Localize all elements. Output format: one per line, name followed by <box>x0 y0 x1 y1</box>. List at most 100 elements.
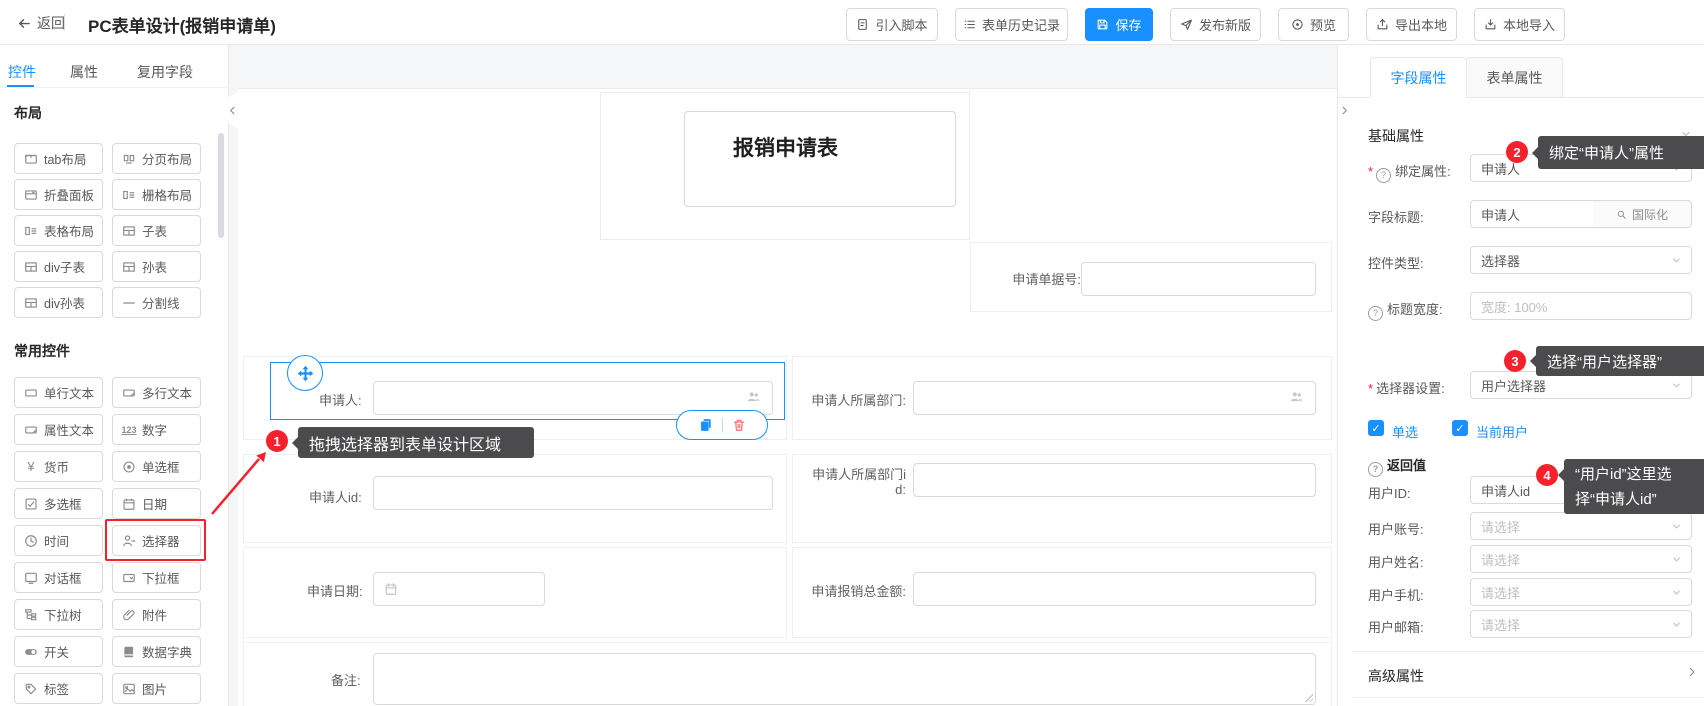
chevron-left-icon <box>227 105 238 116</box>
field-block-apply-date[interactable]: 申请日期: <box>243 547 787 638</box>
button-label: 本地导入 <box>1503 15 1555 34</box>
control-type-label: 控件类型: <box>1368 253 1424 272</box>
order-no-input[interactable] <box>1081 262 1316 296</box>
widget-data-dictionary[interactable]: 数据字典 <box>112 636 201 667</box>
advanced-section-title[interactable]: 高级属性 <box>1368 666 1424 686</box>
widget-label: tab布局 <box>44 149 86 168</box>
widget-property-text[interactable]: 属性文本 <box>14 414 103 445</box>
field-block-order-no[interactable]: 申请单据号: <box>970 242 1332 312</box>
i18n-button[interactable]: 国际化 <box>1593 200 1692 228</box>
back-button[interactable]: 返回 <box>16 13 65 33</box>
resize-handle-icon[interactable] <box>1304 693 1313 702</box>
single-select-label[interactable]: 单选 <box>1392 422 1418 441</box>
divider-line-icon <box>122 296 136 310</box>
current-user-label[interactable]: 当前用户 <box>1476 422 1528 441</box>
widget-radio[interactable]: 单选框 <box>112 451 201 482</box>
widget-label: 图片 <box>142 679 167 698</box>
widget-grandchild-table[interactable]: 孙表 <box>112 251 201 282</box>
tab-widgets[interactable]: 控件 <box>8 62 36 82</box>
tab-field-properties[interactable]: 字段属性 <box>1370 57 1467 98</box>
field-title-input[interactable]: 申请人 <box>1470 200 1594 228</box>
widget-label: 折叠面板 <box>44 185 94 204</box>
total-amount-input[interactable] <box>913 572 1316 606</box>
preview-button[interactable]: 预览 <box>1278 8 1349 41</box>
tab-form-properties[interactable]: 表单属性 <box>1466 57 1563 98</box>
question-circle-icon[interactable]: ? <box>1368 462 1383 477</box>
widget-image[interactable]: 图片 <box>112 673 201 704</box>
widget-date[interactable]: 日期 <box>112 488 201 519</box>
widget-number[interactable]: 123数字 <box>112 414 201 445</box>
tab-layout-icon <box>24 152 38 166</box>
field-label: 申请人: <box>319 390 362 409</box>
user-account-label: 用户账号: <box>1368 519 1424 538</box>
chevron-right-icon[interactable] <box>1686 666 1698 678</box>
widget-user-selector[interactable]: 选择器 <box>112 525 201 556</box>
control-type-select[interactable]: 选择器 <box>1470 246 1692 274</box>
question-circle-icon[interactable]: ? <box>1368 306 1383 321</box>
widget-tag[interactable]: 标签 <box>14 673 103 704</box>
widget-collapse-panel[interactable]: 折叠面板 <box>14 179 103 210</box>
widget-subtable[interactable]: 子表 <box>112 215 201 246</box>
widget-multiline-text[interactable]: 多行文本 <box>112 377 201 408</box>
widget-dropdown-tree[interactable]: 下拉树 <box>14 599 103 630</box>
sidebar-scrollbar[interactable] <box>218 133 224 238</box>
tag-icon <box>24 682 38 696</box>
publish-button[interactable]: 发布新版 <box>1170 8 1261 41</box>
widget-dropdown[interactable]: 下拉框 <box>112 562 201 593</box>
applicant-dept-input[interactable] <box>913 381 1316 415</box>
form-title-box[interactable]: 报销申请表 <box>684 111 956 207</box>
user-phone-select[interactable]: 请选择 <box>1470 578 1692 606</box>
user-account-select[interactable]: 请选择 <box>1470 512 1692 540</box>
widget-grid-layout[interactable]: 栅格布局 <box>112 179 201 210</box>
tab-properties[interactable]: 属性 <box>70 62 98 82</box>
widget-label: 时间 <box>44 531 69 550</box>
current-user-checkbox[interactable] <box>1452 420 1468 436</box>
widget-attachment[interactable]: 附件 <box>112 599 201 630</box>
widget-currency[interactable]: ¥货币 <box>14 451 103 482</box>
widget-label: 下拉树 <box>44 605 82 624</box>
title-width-input[interactable]: 宽度: 100% <box>1470 292 1692 320</box>
widget-switch[interactable]: 开关 <box>14 636 103 667</box>
widget-pagination-layout[interactable]: 分页布局 <box>112 143 201 174</box>
user-email-select[interactable]: 请选择 <box>1470 610 1692 638</box>
field-block-applicant-dept-id[interactable]: 申请人所属部门i d: <box>792 454 1332 543</box>
export-local-button[interactable]: 导出本地 <box>1366 8 1457 41</box>
widget-dialog[interactable]: 对话框 <box>14 562 103 593</box>
tab-reusable-fields[interactable]: 复用字段 <box>137 62 193 82</box>
remark-textarea[interactable] <box>373 653 1316 705</box>
applicant-id-input[interactable] <box>373 476 773 510</box>
widget-time[interactable]: 时间 <box>14 525 103 556</box>
trash-icon[interactable] <box>732 418 746 432</box>
tooltip-text-line1: “用户id”这里选 <box>1575 462 1704 487</box>
widget-div-subtable[interactable]: div子表 <box>14 251 103 282</box>
widget-label: 多行文本 <box>142 383 192 402</box>
widget-table-layout[interactable]: 表格布局 <box>14 215 103 246</box>
import-icon <box>1484 18 1497 31</box>
field-block-total-amount[interactable]: 申请报销总金额: <box>792 547 1332 638</box>
field-block-remark[interactable]: 备注: <box>243 642 1332 706</box>
form-title-block[interactable]: 报销申请表 <box>600 92 970 240</box>
people-icon <box>744 390 762 404</box>
copy-icon[interactable] <box>699 418 713 432</box>
widget-divider-line[interactable]: 分割线 <box>112 287 201 318</box>
widget-div-grandchild-table[interactable]: div孙表 <box>14 287 103 318</box>
import-script-button[interactable]: 引入脚本 <box>846 8 938 41</box>
save-button[interactable]: 保存 <box>1085 8 1153 41</box>
question-circle-icon[interactable]: ? <box>1376 168 1391 183</box>
widget-checkbox[interactable]: 多选框 <box>14 488 103 519</box>
user-name-select[interactable]: 请选择 <box>1470 545 1692 573</box>
widget-label: 单行文本 <box>44 383 94 402</box>
widget-single-line-text[interactable]: 单行文本 <box>14 377 103 408</box>
form-history-button[interactable]: 表单历史记录 <box>955 8 1068 41</box>
field-label-line2: d: <box>806 482 906 497</box>
single-select-checkbox[interactable] <box>1368 420 1384 436</box>
widget-tab-layout[interactable]: tab布局 <box>14 143 103 174</box>
widget-label: 子表 <box>142 221 167 240</box>
applicant-dept-id-input[interactable] <box>913 463 1316 497</box>
field-block-applicant-dept[interactable]: 申请人所属部门: <box>792 356 1332 440</box>
drag-move-handle[interactable] <box>287 355 323 391</box>
apply-date-input[interactable] <box>373 572 545 606</box>
import-local-button[interactable]: 本地导入 <box>1474 8 1565 41</box>
chevron-down-icon <box>1671 587 1682 598</box>
field-block-applicant-id[interactable]: 申请人id: <box>243 454 787 543</box>
